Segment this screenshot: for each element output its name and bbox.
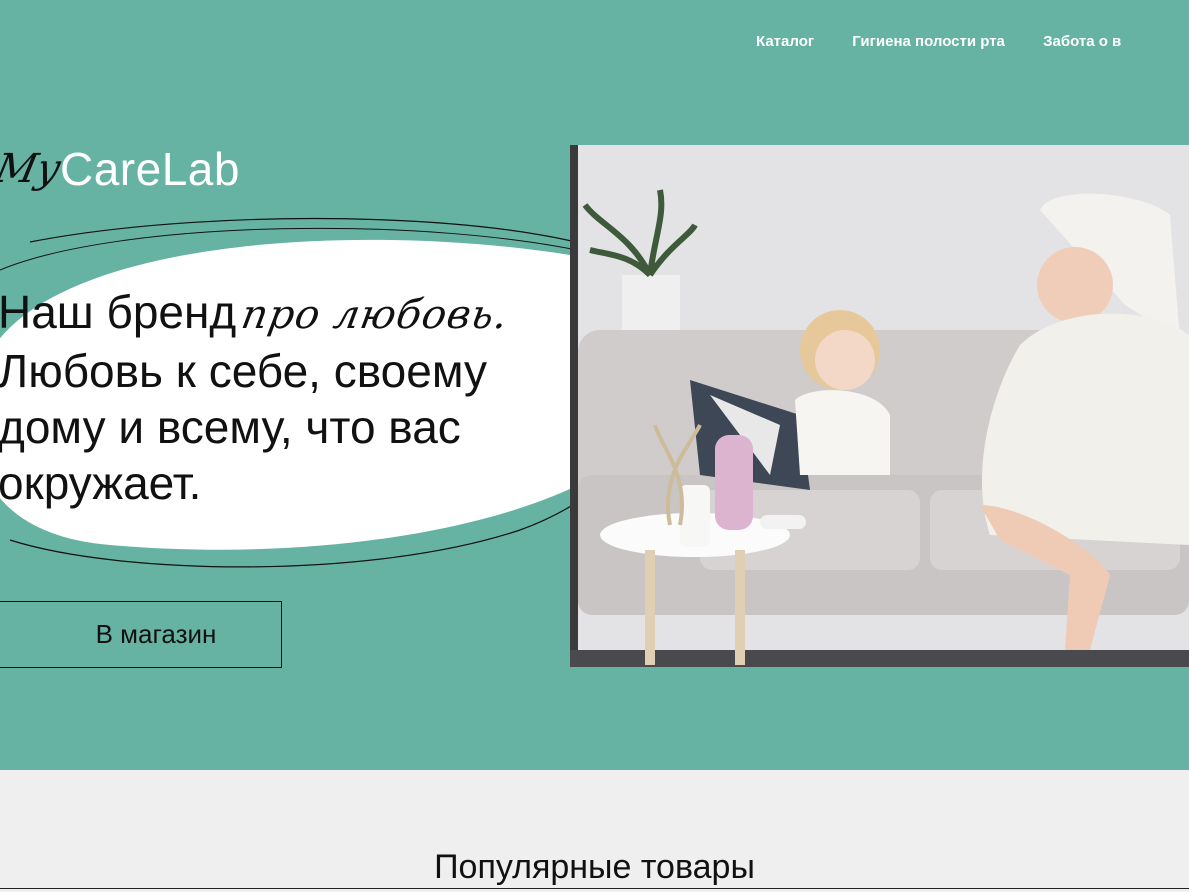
nav-item-care[interactable]: Забота о в	[1043, 33, 1121, 50]
hero-photo-illustration	[570, 145, 1189, 667]
popular-products-title: Популярные товары	[434, 848, 755, 886]
headline-script: про любовь.	[238, 292, 513, 338]
top-nav: Каталог Гигиена полости рта Забота о в	[756, 33, 1155, 50]
hero-section: Каталог Гигиена полости рта Забота о в M…	[0, 0, 1189, 770]
headline-line-3: дому и всему, что вас	[0, 401, 461, 453]
nav-item-oral-hygiene[interactable]: Гигиена полости рта	[852, 33, 1005, 50]
logo-wordmark: CareLab	[60, 143, 240, 195]
logo-script: My	[0, 146, 65, 192]
headline-line-2: Любовь к себе, своему	[0, 345, 487, 397]
divider	[0, 888, 1189, 889]
headline-line-4: окружает.	[0, 457, 202, 509]
nav-item-catalog[interactable]: Каталог	[756, 33, 814, 50]
headline-plain: Наш бренд	[0, 286, 237, 338]
hero-headline: Наш брендпро любовь. Любовь к себе, свое…	[0, 284, 638, 511]
hero-photo	[570, 145, 1189, 667]
to-shop-button[interactable]: В магазин	[0, 601, 282, 668]
